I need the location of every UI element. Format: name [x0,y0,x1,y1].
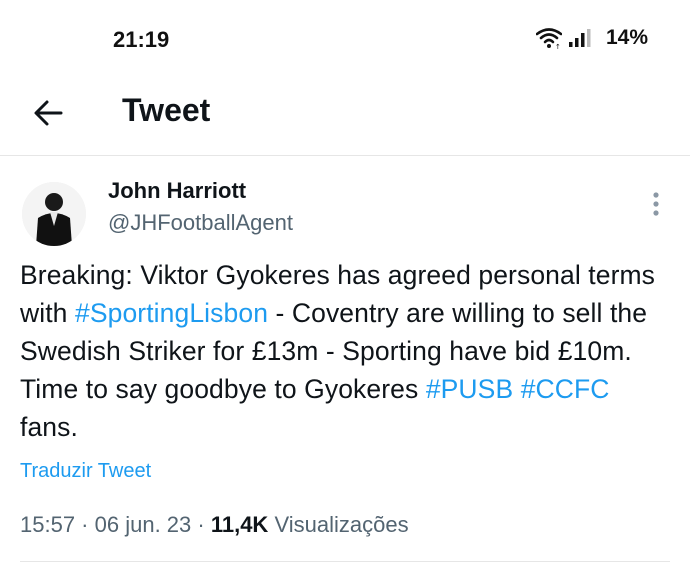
signal-icon [568,29,591,47]
page-title: Tweet [122,92,211,128]
status-bar: 21:19 ↑↓ 14% [0,0,690,80]
hashtag-link[interactable]: #SportingLisbon [75,298,268,328]
hashtag-link[interactable]: #CCFC [521,374,610,404]
views-count[interactable]: 11,4K [211,512,269,537]
avatar-image [22,182,86,246]
wifi-icon: ↑↓ [535,28,562,49]
more-options-button[interactable] [646,190,666,218]
back-button[interactable] [30,95,66,131]
meta-separator: · [191,512,211,537]
status-time: 21:19 [113,27,170,52]
back-arrow-icon [34,100,63,126]
hashtag-link[interactable]: #PUSB [426,374,513,404]
translate-link[interactable]: Traduzir Tweet [20,460,151,483]
author-name[interactable]: John Harriott [108,178,246,204]
divider [20,561,670,562]
tweet-text-part: fans. [20,412,78,442]
avatar[interactable] [22,182,86,246]
tweet-metadata: 15:57 · 06 jun. 23 · 11,4K Visualizações [20,512,409,538]
app-header: Tweet [0,80,690,156]
tweet-text: Breaking: Viktor Gyokeres has agreed per… [20,256,670,446]
author-handle[interactable]: @JHFootballAgent [108,210,293,236]
battery-percentage: 14% [605,26,648,49]
svg-text:↑↓: ↑↓ [555,43,562,49]
more-vertical-icon [653,192,659,216]
views-label[interactable]: Visualizações [274,512,408,537]
tweet-time: 15:57 [20,512,76,537]
tweet-date: 06 jun. 23 [94,512,192,537]
meta-separator: · [75,512,95,537]
tweet-text-part [513,374,520,404]
status-icons: ↑↓ 14% [535,26,648,50]
